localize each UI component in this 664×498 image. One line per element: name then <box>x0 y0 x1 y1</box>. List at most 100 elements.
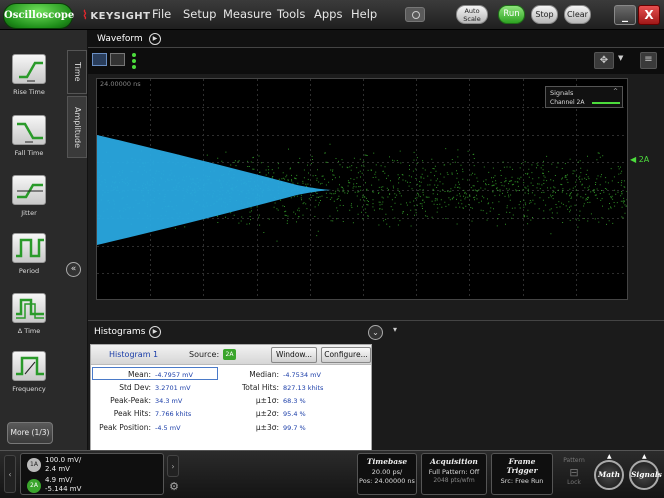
signals-button[interactable]: ▲ Signals <box>629 453 662 490</box>
pin-icon[interactable]: ▾ <box>393 325 397 334</box>
menu-apps[interactable]: Apps <box>314 7 342 21</box>
pan-zoom-icon[interactable]: ✥ <box>594 52 614 69</box>
collapse-panel-icon[interactable]: « <box>66 262 81 277</box>
camera-icon[interactable] <box>405 7 425 22</box>
lock-label: Lock <box>567 479 581 486</box>
acquisition-points: 2048 pts/wfm <box>433 477 475 484</box>
top-bar: Oscilloscope ⌇ KEYSIGHT File Setup Measur… <box>0 0 664 30</box>
timebase-title: Timebase <box>366 457 408 466</box>
auto-scale-button[interactable]: Auto Scale <box>456 5 488 24</box>
channel-2a-marker[interactable]: ◀ 2A <box>630 155 649 164</box>
scroll-left-icon[interactable]: ‹ <box>4 455 16 493</box>
delta-time-icon <box>12 293 46 323</box>
sigma1-label: μ±1σ: <box>255 396 279 405</box>
tab-time[interactable]: Time <box>67 50 87 94</box>
tiled-grid-icon[interactable] <box>110 53 125 66</box>
tab-amplitude[interactable]: Amplitude <box>67 96 87 158</box>
lock-icon: ⊟ <box>569 466 579 479</box>
fall-time-button[interactable]: Fall Time <box>3 111 55 167</box>
period-label: Period <box>18 267 40 275</box>
menu-tools[interactable]: Tools <box>277 7 305 21</box>
peak-position-label: Peak Position: <box>99 423 151 432</box>
source-badge[interactable]: 2A <box>223 349 236 360</box>
status-dot-icon <box>132 53 136 57</box>
graticule-canvas <box>97 79 627 299</box>
gear-icon[interactable]: ⚙ <box>167 480 181 494</box>
chevron-up-icon: ▲ <box>642 453 647 460</box>
math-label: Math <box>597 470 621 479</box>
frame-trigger-title: Frame Trigger <box>506 457 538 475</box>
sigma2-value: 95.4 % <box>283 410 306 418</box>
keysight-wave-icon: ⌇ <box>82 8 89 22</box>
histogram-card-header: Histogram 1 Source: 2A Window... Configu… <box>91 345 371 365</box>
std-dev-value: 3.2701 mV <box>155 384 191 392</box>
play-icon[interactable]: ▶ <box>149 326 161 338</box>
histogram-fill <box>97 135 333 245</box>
frequency-button[interactable]: Frequency <box>3 347 55 403</box>
chevron-up-icon: ▲ <box>607 453 612 460</box>
chevron-up-icon[interactable]: ^ <box>613 88 618 95</box>
close-button[interactable]: X <box>638 5 660 25</box>
pattern-lock-box: Pattern ⊟ Lock <box>560 455 588 493</box>
expand-panel-icon[interactable]: ⌄ <box>368 325 383 340</box>
acquisition-pattern: Full Pattern: Off <box>428 468 480 476</box>
peak-position-value: -4.5 mV <box>155 424 181 432</box>
histogram-results-card: Histogram 1 Source: 2A Window... Configu… <box>90 344 372 451</box>
menu-file[interactable]: File <box>152 7 171 21</box>
configure-button[interactable]: Configure... <box>321 347 371 363</box>
period-button[interactable]: Period <box>3 229 55 285</box>
rise-time-icon <box>12 54 46 84</box>
timebase-position: Pos: 24.00000 ns <box>359 477 415 485</box>
channel-2a-scale: 4.9 mV/ <box>45 476 73 484</box>
channel-1a-badge[interactable]: 1A <box>27 458 41 472</box>
play-icon[interactable]: ▶ <box>149 33 161 45</box>
sigma3-value: 99.7 % <box>283 424 306 432</box>
more-button[interactable]: More (1/3) <box>7 422 53 444</box>
run-button[interactable]: Run <box>498 5 525 24</box>
rise-time-label: Rise Time <box>13 88 45 96</box>
oscilloscope-mode-button[interactable]: Oscilloscope <box>3 3 74 29</box>
timebase-box[interactable]: Timebase 20.00 ps/ Pos: 24.00000 ns <box>357 453 417 495</box>
chevron-down-icon[interactable]: ▼ <box>618 54 623 62</box>
menu-icon[interactable]: ≡ <box>640 52 657 69</box>
acquisition-box[interactable]: Acquisition Full Pattern: Off 2048 pts/w… <box>421 453 487 495</box>
signals-legend-channel: Channel 2A <box>550 99 585 106</box>
period-icon <box>12 233 46 263</box>
window-button[interactable]: Window... <box>271 347 317 363</box>
frame-trigger-box[interactable]: Frame Trigger Src: Free Run <box>491 453 553 495</box>
rise-time-button[interactable]: Rise Time <box>3 50 55 106</box>
math-button[interactable]: ▲ Math <box>594 453 624 490</box>
stop-button[interactable]: Stop <box>531 5 558 24</box>
peak-peak-label: Peak-Peak: <box>110 396 151 405</box>
source-label: Source: <box>189 350 220 359</box>
menu-help[interactable]: Help <box>351 7 377 21</box>
sigma3-label: μ±3σ: <box>255 423 279 432</box>
menu-setup[interactable]: Setup <box>183 7 216 21</box>
jitter-label: Jitter <box>21 209 37 217</box>
menu-measure[interactable]: Measure <box>223 7 272 21</box>
delta-time-button[interactable]: Δ Time <box>3 289 55 345</box>
channel-2a-badge[interactable]: 2A <box>27 479 41 493</box>
median-value: -4.7534 mV <box>283 371 321 379</box>
histogram-name[interactable]: Histogram 1 <box>109 350 158 359</box>
scope-app: Oscilloscope ⌇ KEYSIGHT File Setup Measur… <box>0 0 664 498</box>
brand-name: KEYSIGHT <box>90 11 151 22</box>
sigma2-label: μ±2σ: <box>255 409 279 418</box>
scroll-right-icon[interactable]: › <box>167 455 179 477</box>
signals-label: Signals <box>631 470 662 479</box>
signals-legend[interactable]: Signals ^ Channel 2A <box>545 86 623 108</box>
delta-time-label: Δ Time <box>17 327 41 335</box>
clear-button[interactable]: Clear <box>564 5 591 24</box>
timebase-scale: 20.00 ps/ <box>371 468 403 476</box>
channel-2a-offset: -5.144 mV <box>45 485 82 493</box>
acquisition-title: Acquisition <box>430 457 478 466</box>
jitter-button[interactable]: Jitter <box>3 171 55 227</box>
single-grid-icon[interactable] <box>92 53 107 66</box>
mean-label: Mean: <box>128 370 151 379</box>
minimize-button[interactable]: _ <box>614 5 636 25</box>
waveform-graticule[interactable] <box>96 78 628 300</box>
median-label: Median: <box>249 370 279 379</box>
channel-settings-box[interactable]: 1A 100.0 mV/ 2.4 mV 2A 4.9 mV/ -5.144 mV <box>20 453 164 495</box>
peak-hits-label: Peak Hits: <box>113 409 151 418</box>
channel-1a-scale: 100.0 mV/ <box>45 456 82 464</box>
